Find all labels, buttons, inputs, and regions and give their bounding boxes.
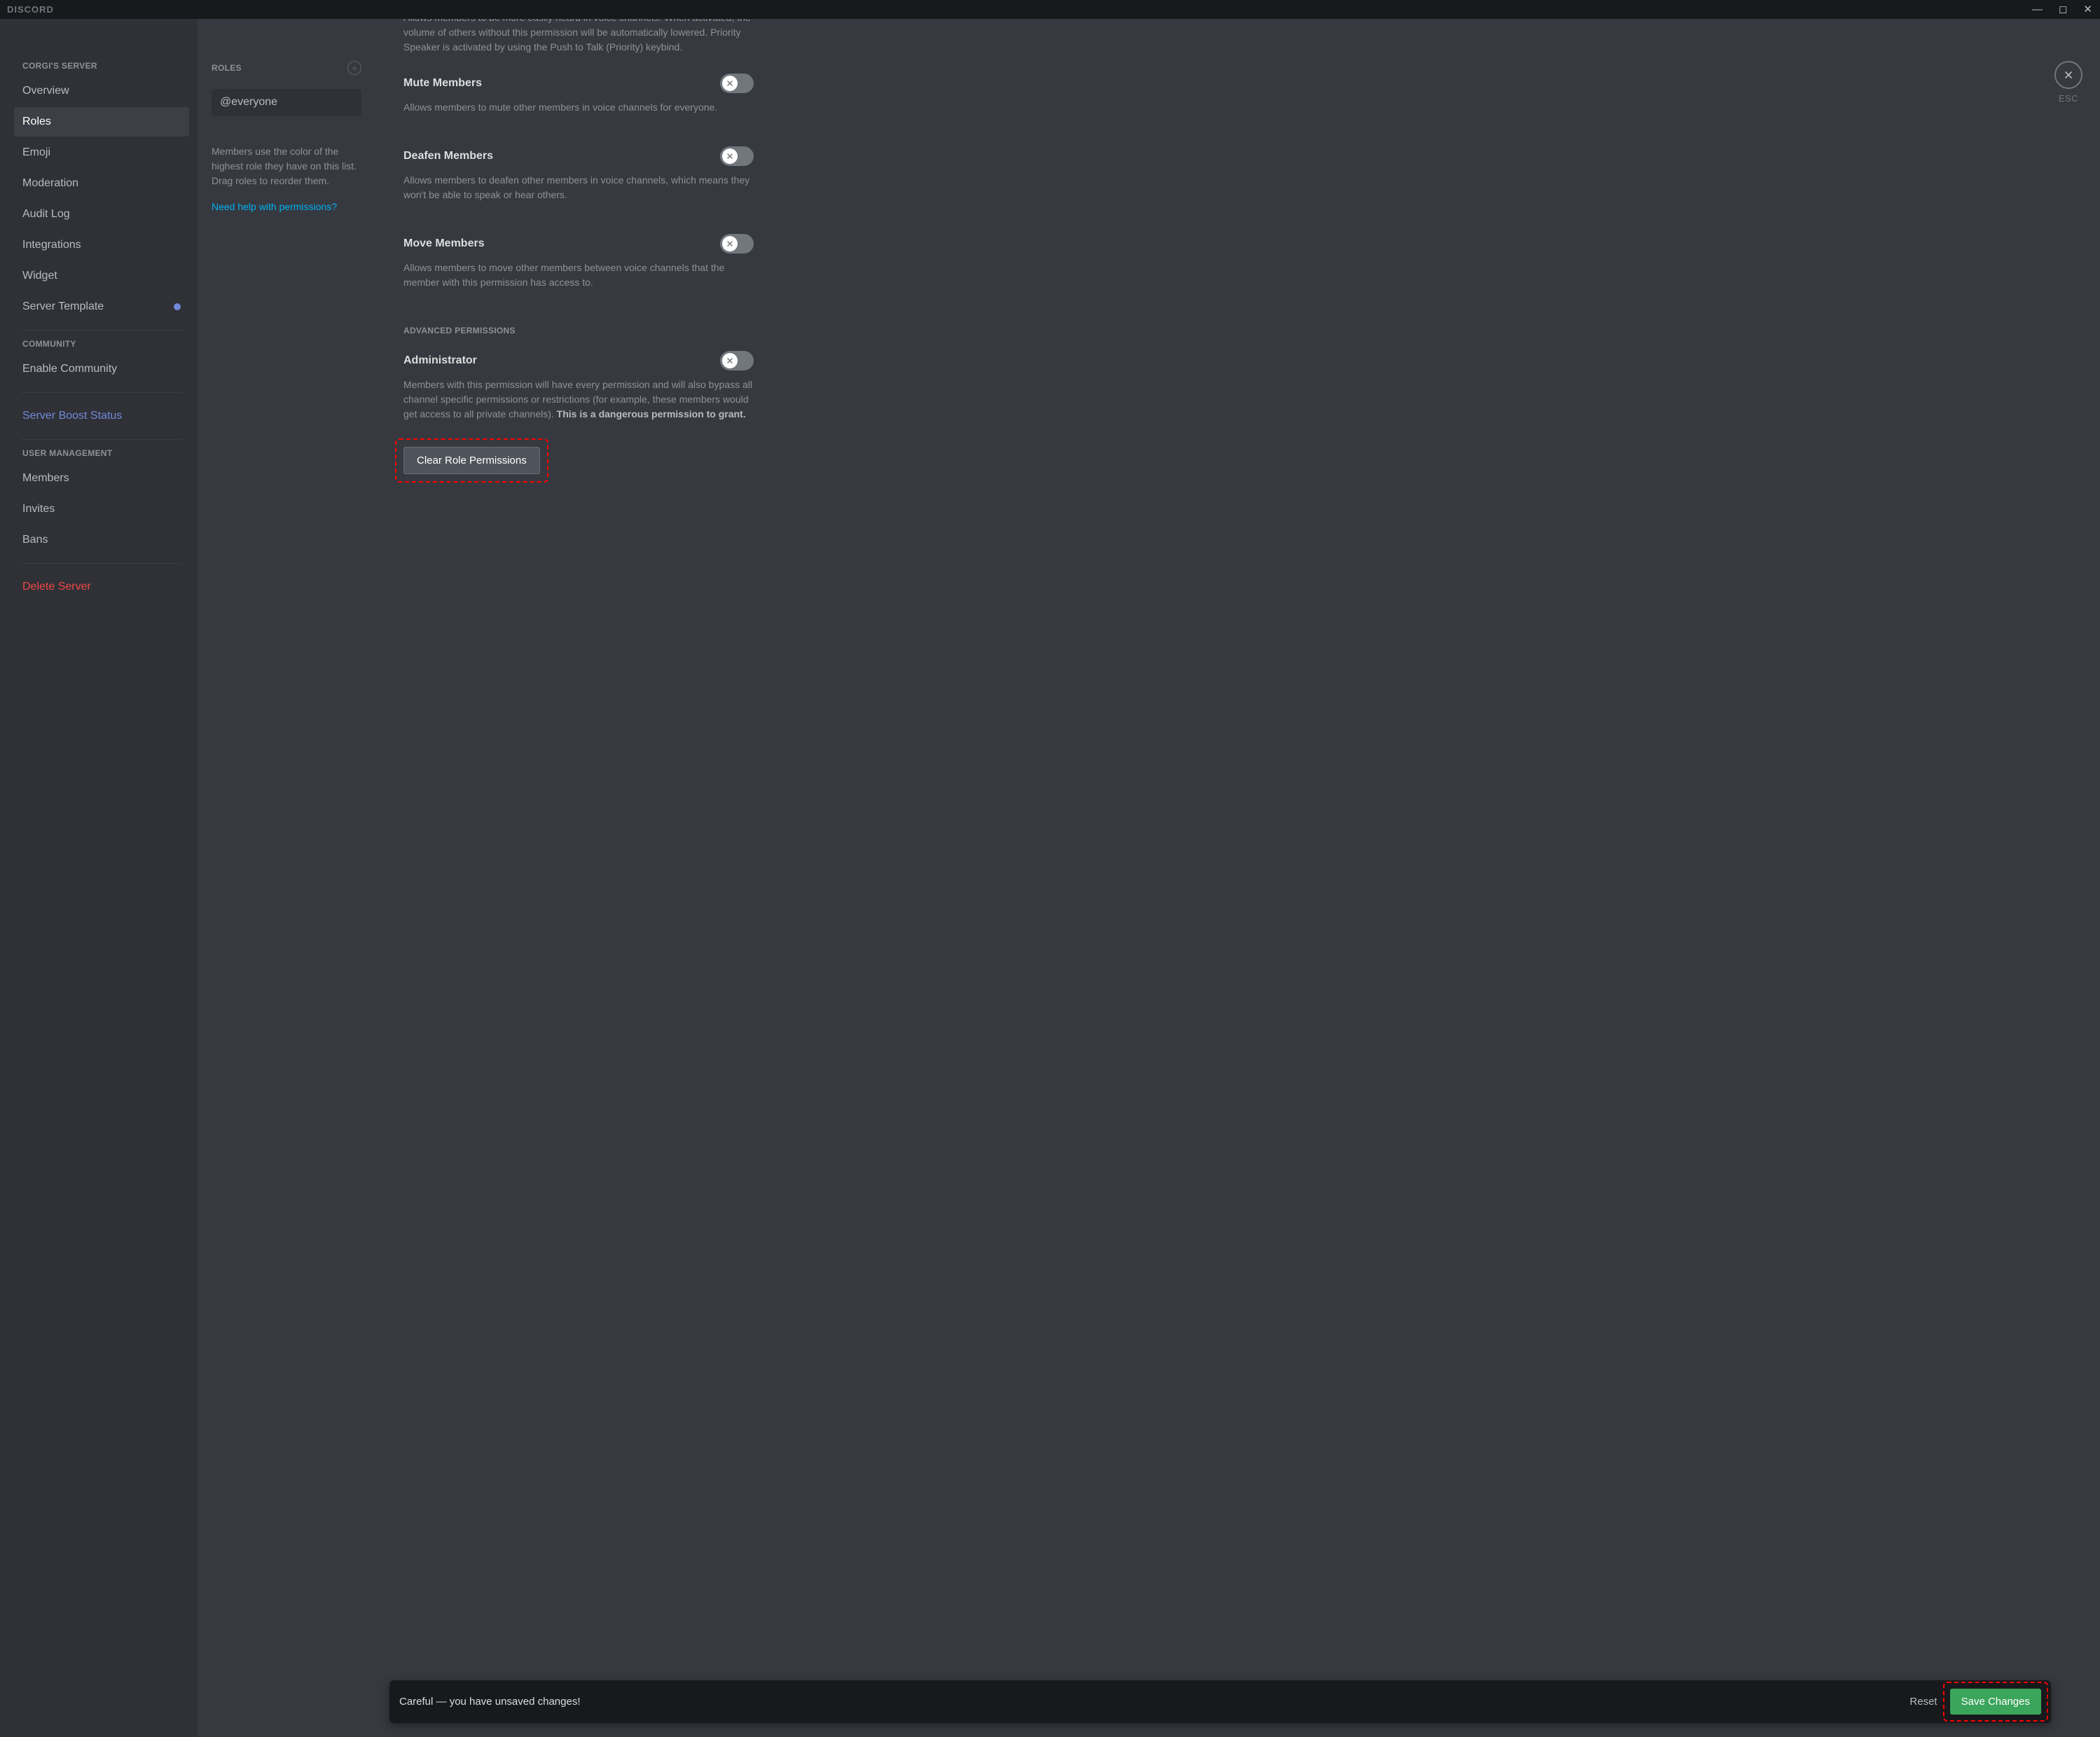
sidebar-item-enable-community[interactable]: Enable Community (14, 354, 189, 384)
community-header: COMMUNITY (22, 339, 184, 349)
permissions-help-link[interactable]: Need help with permissions? (212, 201, 361, 212)
esc-label: ESC (2054, 93, 2082, 104)
toggle-move-members[interactable] (720, 234, 754, 254)
toggle-knob (722, 148, 738, 164)
x-icon (726, 240, 734, 248)
danger-warning: This is a dangerous permission to grant. (557, 408, 746, 420)
close-window-icon[interactable]: ✕ (2083, 4, 2093, 15)
toggle-mute-members[interactable] (720, 74, 754, 93)
permissions-panel: Allows members to be more easily heard i… (375, 19, 2100, 1737)
toggle-knob (722, 353, 738, 368)
sidebar-item-invites[interactable]: Invites (14, 494, 189, 524)
sidebar-item-roles[interactable]: Roles (14, 107, 189, 137)
sidebar-item-emoji[interactable]: Emoji (14, 138, 189, 167)
x-icon (726, 357, 734, 365)
permission-title: Move Members (403, 237, 485, 250)
roles-hint-text: Members use the color of the highest rol… (212, 144, 361, 188)
sidebar-item-overview[interactable]: Overview (14, 76, 189, 106)
add-role-icon[interactable]: + (347, 61, 361, 75)
sidebar-separator (21, 439, 182, 440)
push-to-talk-link[interactable]: Push to Talk (Priority) (550, 41, 643, 53)
window-titlebar: DISCORD ― ◻ ✕ (0, 0, 2100, 19)
app-brand: DISCORD (7, 4, 54, 15)
permission-description: Allows members to deafen other members i… (403, 173, 754, 202)
roles-heading: ROLES (212, 63, 242, 73)
roles-column: ROLES + @everyone Members use the color … (198, 19, 375, 1737)
close-settings-button[interactable] (2054, 61, 2082, 89)
x-icon (726, 79, 734, 88)
permission-title: Mute Members (403, 77, 482, 90)
sidebar-item-server-boost[interactable]: Server Boost Status (14, 401, 189, 431)
notification-dot-icon (174, 303, 181, 310)
sidebar-item-server-template[interactable]: Server Template (14, 292, 189, 321)
permission-description: Allows members to move other members bet… (403, 261, 754, 290)
sidebar-item-members[interactable]: Members (14, 464, 189, 493)
server-name-header: CORGI'S SERVER (22, 61, 184, 71)
clear-role-permissions-button[interactable]: Clear Role Permissions (403, 447, 540, 474)
permission-move-members: Move Members Allows members to move othe… (403, 219, 754, 306)
save-changes-button[interactable]: Save Changes (1950, 1689, 2041, 1715)
permission-title: Deafen Members (403, 150, 493, 162)
unsaved-changes-bar: Careful — you have unsaved changes! Rese… (389, 1680, 2051, 1723)
role-item-everyone[interactable]: @everyone (212, 89, 361, 116)
advanced-permissions-header: ADVANCED PERMISSIONS (403, 306, 754, 335)
clear-permissions-wrap: Clear Role Permissions (403, 447, 540, 474)
settings-sidebar: CORGI'S SERVER Overview Roles Emoji Mode… (0, 19, 198, 1737)
close-icon (2062, 69, 2075, 81)
permission-administrator: Administrator Members with this permissi… (403, 335, 754, 437)
window-controls: ― ◻ ✕ (2032, 4, 2093, 15)
roles-separator (212, 132, 361, 133)
reset-button[interactable]: Reset (1909, 1696, 1937, 1708)
sidebar-item-audit-log[interactable]: Audit Log (14, 200, 189, 229)
toggle-knob (722, 236, 738, 251)
priority-speaker-description: Allows members to be more easily heard i… (403, 19, 754, 58)
app-body: CORGI'S SERVER Overview Roles Emoji Mode… (0, 19, 2100, 1737)
minimize-icon[interactable]: ― (2032, 4, 2043, 15)
unsaved-message: Careful — you have unsaved changes! (399, 1696, 581, 1708)
sidebar-item-moderation[interactable]: Moderation (14, 169, 189, 198)
sidebar-separator (21, 392, 182, 393)
toggle-knob (722, 76, 738, 91)
user-management-header: USER MANAGEMENT (22, 448, 184, 458)
toggle-deafen-members[interactable] (720, 146, 754, 166)
maximize-icon[interactable]: ◻ (2059, 4, 2068, 15)
permission-description: Allows members to mute other members in … (403, 100, 754, 115)
sidebar-separator (21, 563, 182, 564)
permission-mute-members: Mute Members Allows members to mute othe… (403, 58, 754, 131)
sidebar-item-integrations[interactable]: Integrations (14, 230, 189, 260)
sidebar-item-bans[interactable]: Bans (14, 525, 189, 555)
sidebar-separator (21, 330, 182, 331)
toggle-administrator[interactable] (720, 351, 754, 371)
sidebar-item-delete-server[interactable]: Delete Server (14, 572, 189, 602)
close-settings-pod: ESC (2054, 61, 2082, 104)
sidebar-item-widget[interactable]: Widget (14, 261, 189, 291)
x-icon (726, 152, 734, 160)
permission-description: Members with this permission will have e… (403, 378, 754, 422)
permission-deafen-members: Deafen Members Allows members to deafen … (403, 131, 754, 219)
permission-title: Administrator (403, 354, 477, 367)
